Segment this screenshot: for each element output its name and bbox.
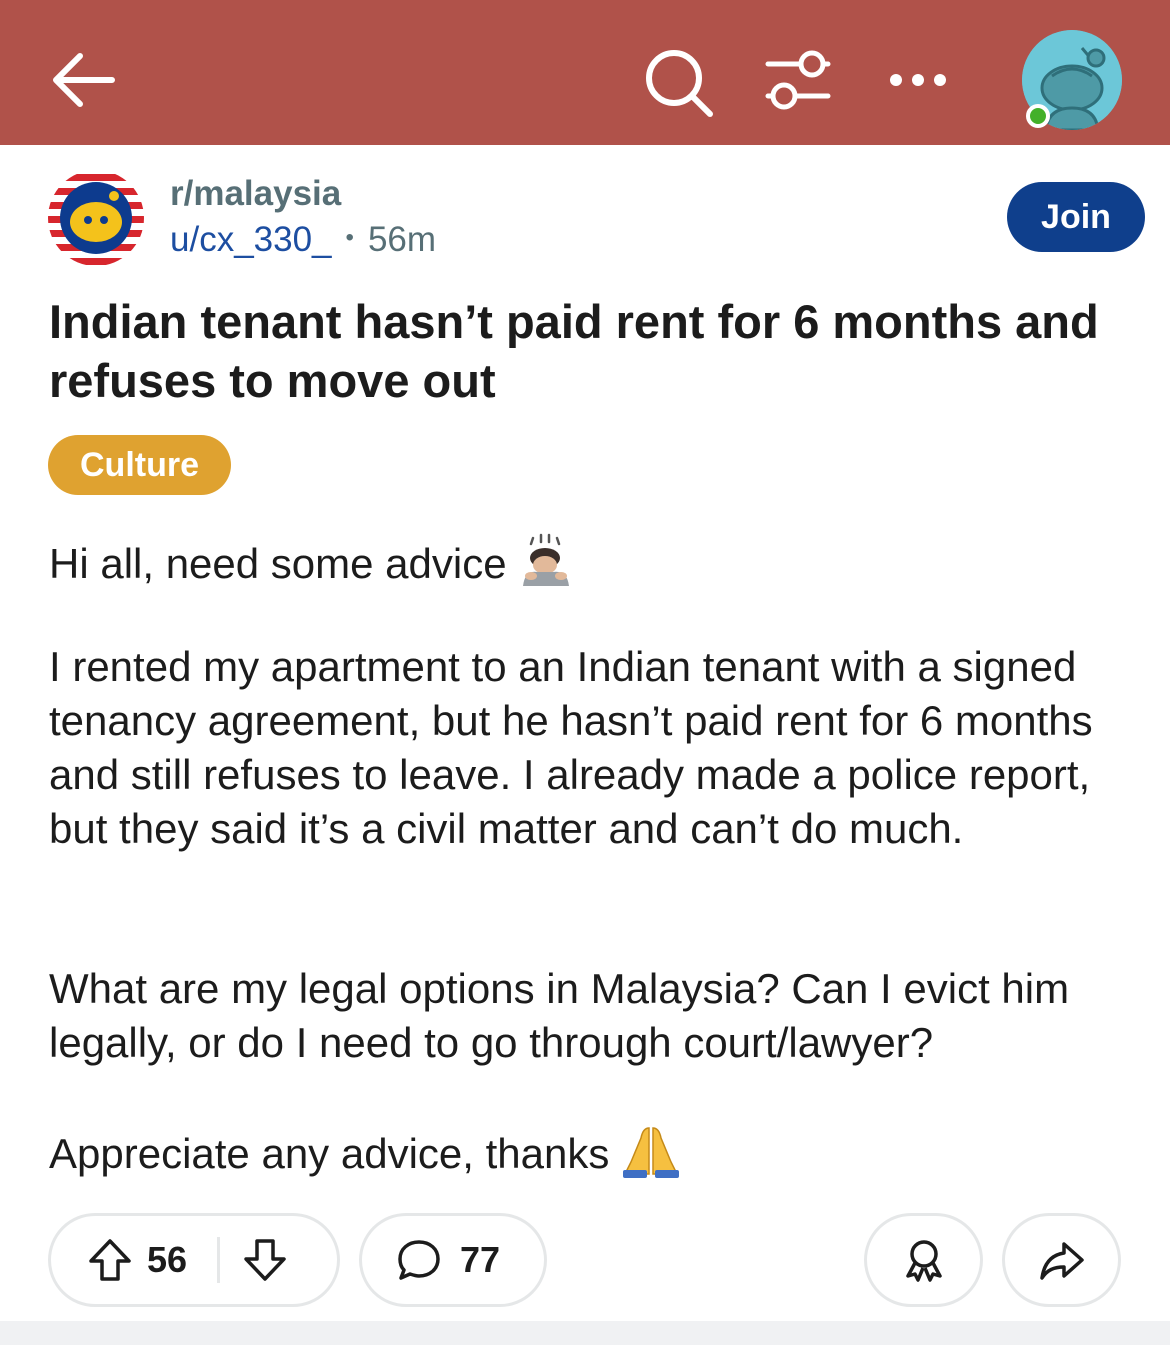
post-body-paragraph: I rented my apartment to an Indian tenan… (49, 643, 1093, 852)
author-link[interactable]: u/cx_330_ (170, 220, 332, 259)
post-body-paragraph: What are my legal options in Malaysia? C… (49, 965, 1070, 1066)
body-text-1: Hi all, need some advice (49, 540, 507, 587)
post-title: Indian tenant hasn’t paid rent for 6 mon… (49, 295, 1099, 407)
back-arrow-icon[interactable] (48, 44, 120, 116)
join-button[interactable]: Join (1007, 182, 1145, 252)
award-icon (900, 1236, 948, 1284)
comments-button[interactable]: 77 (359, 1213, 547, 1307)
top-bar (0, 0, 1170, 145)
subreddit-icon[interactable] (48, 170, 144, 266)
downvote-icon[interactable] (242, 1237, 288, 1283)
post-time: 56m (367, 220, 437, 259)
upvote-count: 56 (147, 1239, 188, 1280)
more-icon[interactable] (880, 50, 956, 110)
filter-icon[interactable] (760, 44, 836, 120)
vote-bar: 56 (48, 1213, 340, 1307)
comment-count: 77 (460, 1239, 501, 1280)
bowing-person-emoji-icon (519, 532, 575, 601)
online-status-dot (1026, 104, 1050, 128)
bottom-divider (0, 1321, 1170, 1345)
comment-icon (396, 1237, 442, 1283)
post-body-paragraph: Hi all, need some advice (49, 532, 1129, 601)
meta-separator: • (345, 224, 354, 251)
post-flair[interactable]: Culture (48, 435, 231, 495)
share-icon (1038, 1236, 1086, 1284)
post-meta: u/cx_330_ • 56m (170, 220, 436, 260)
search-icon[interactable] (640, 44, 718, 122)
upvote-icon[interactable] (87, 1237, 133, 1283)
post-body-paragraph: Appreciate any advice, thanks (49, 1122, 1129, 1191)
share-button[interactable] (1002, 1213, 1121, 1307)
folded-hands-emoji-icon (621, 1122, 681, 1191)
award-button[interactable] (864, 1213, 983, 1307)
body-text-4: Appreciate any advice, thanks (49, 1130, 610, 1177)
subreddit-name[interactable]: r/malaysia (170, 174, 341, 214)
vote-divider (217, 1237, 221, 1283)
